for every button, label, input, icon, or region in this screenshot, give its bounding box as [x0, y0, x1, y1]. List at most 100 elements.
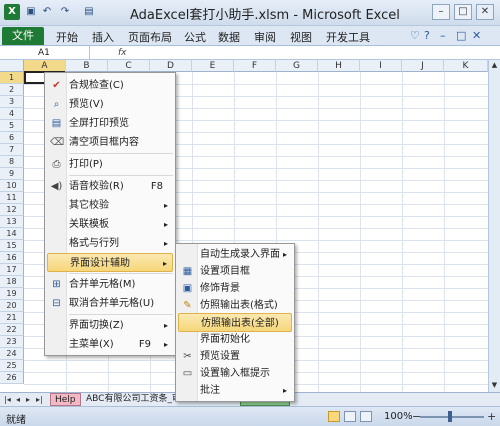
zoom-slider-thumb[interactable] [448, 411, 452, 422]
row-header[interactable]: 18 [0, 276, 24, 288]
tab-developer[interactable]: 开发工具 [326, 29, 370, 45]
column-header[interactable]: G [276, 60, 318, 72]
ui-design-submenu: 自动生成录入界面 ▸ ▦ 设置项目框 ▣ 修饰背景 ✎ 仿照输出表(格式) 仿照… [175, 243, 295, 402]
last-sheet-icon[interactable]: ▸| [36, 395, 43, 404]
collapse-ribbon-icon[interactable]: ♡ [410, 29, 420, 42]
tab-view[interactable]: 视图 [290, 29, 312, 45]
menu-item-preview[interactable]: ⌕ 预览(V) [47, 95, 173, 114]
row-header[interactable]: 6 [0, 132, 24, 144]
row-header[interactable]: 2 [0, 84, 24, 96]
status-bar: 就绪 100% − + [0, 406, 500, 426]
row-header[interactable]: 3 [0, 96, 24, 108]
vertical-scrollbar[interactable]: ▲ ▼ [488, 60, 500, 392]
window-minimize-icon[interactable]: – [440, 29, 446, 42]
tab-page-layout[interactable]: 页面布局 [128, 29, 172, 45]
menu-item-format-rows-cols[interactable]: 格式与行列 ▸ [47, 234, 173, 253]
name-box[interactable]: A1 [0, 46, 90, 60]
row-header[interactable]: 11 [0, 192, 24, 204]
printer-icon: ⎙ [52, 159, 61, 170]
menu-item-switch-interface[interactable]: 界面切换(Z) ▸ [47, 316, 173, 335]
tab-formulas[interactable]: 公式 [184, 29, 206, 45]
menu-item-ui-design-helper[interactable]: 界面设计辅助 ▸ [47, 253, 173, 272]
column-header[interactable]: H [318, 60, 360, 72]
menu-item-other-checks[interactable]: 其它校验 ▸ [47, 196, 173, 215]
help-icon[interactable]: ? [424, 29, 430, 42]
next-sheet-icon[interactable]: ▸ [26, 395, 30, 404]
column-header[interactable]: D [150, 60, 192, 72]
zoom-in-icon[interactable]: + [487, 410, 496, 423]
row-header[interactable]: 8 [0, 156, 24, 168]
zoom-slider[interactable] [420, 416, 484, 418]
tab-home[interactable]: 开始 [56, 29, 78, 45]
prev-sheet-icon[interactable]: ◂ [16, 395, 20, 404]
menu-item-main-menu[interactable]: 主菜单(X) F9 ▸ [47, 335, 173, 354]
row-header[interactable]: 4 [0, 108, 24, 120]
menu-item-linked-template[interactable]: 关联模板 ▸ [47, 215, 173, 234]
row-header[interactable]: 12 [0, 204, 24, 216]
row-header[interactable]: 1 [0, 72, 24, 84]
close-button[interactable]: ✕ [476, 4, 494, 20]
page-layout-view-icon[interactable] [344, 411, 356, 422]
row-header[interactable]: 23 [0, 336, 24, 348]
row-header[interactable]: 15 [0, 240, 24, 252]
column-header[interactable]: J [402, 60, 444, 72]
menu-item-unmerge-cells[interactable]: ⊟ 取消合并单元格(U) [47, 294, 173, 313]
redo-icon[interactable]: ↷ [58, 5, 72, 19]
row-header[interactable]: 20 [0, 300, 24, 312]
row-header[interactable]: 26 [0, 372, 24, 384]
column-header[interactable]: F [234, 60, 276, 72]
magnifier-icon: ⌕ [53, 99, 60, 110]
menu-item-fullscreen-print-preview[interactable]: ▤ 全屏打印预览 [47, 114, 173, 133]
column-header[interactable]: I [360, 60, 402, 72]
row-header[interactable]: 19 [0, 288, 24, 300]
menu-item-label: 关联模板 [69, 219, 109, 230]
row-header[interactable]: 5 [0, 120, 24, 132]
tab-file[interactable]: 文件 [2, 27, 44, 45]
excel-logo-icon[interactable]: X [4, 4, 20, 20]
column-header[interactable]: C [108, 60, 150, 72]
menu-item-print[interactable]: ⎙ 打印(P) [47, 155, 173, 174]
scroll-down-icon[interactable]: ▼ [489, 380, 500, 391]
minimize-button[interactable]: – [432, 4, 450, 20]
fx-icon[interactable]: fx [118, 46, 127, 60]
customize-qat-icon[interactable]: ▤ [82, 5, 96, 19]
row-header[interactable]: 7 [0, 144, 24, 156]
window-close-icon[interactable]: ✕ [472, 29, 481, 42]
undo-icon[interactable]: ↶ [40, 5, 54, 19]
field-icon: ▦ [182, 266, 193, 277]
tab-data[interactable]: 数据 [218, 29, 240, 45]
menu-item-voice-check[interactable]: ◀) 语音校验(R) F8 [47, 177, 173, 196]
tab-review[interactable]: 审阅 [254, 29, 276, 45]
menu-item-compliance-check[interactable]: ✔ 合规检查(C) [47, 76, 173, 95]
row-header[interactable]: 16 [0, 252, 24, 264]
submenu-item-comments[interactable]: 批注 ▸ [178, 381, 292, 400]
normal-view-icon[interactable] [328, 411, 340, 422]
column-header[interactable]: B [66, 60, 108, 72]
window-restore-icon[interactable]: □ [456, 29, 466, 42]
row-header[interactable]: 21 [0, 312, 24, 324]
column-header[interactable]: K [444, 60, 488, 72]
zoom-level[interactable]: 100% [384, 411, 413, 422]
maximize-button[interactable]: □ [454, 4, 472, 20]
save-icon[interactable]: ▣ [24, 5, 38, 19]
menu-item-clear-fields[interactable]: ⌫ 清空项目框内容 [47, 133, 173, 152]
column-header[interactable]: E [192, 60, 234, 72]
row-header[interactable]: 17 [0, 264, 24, 276]
row-header[interactable]: 10 [0, 180, 24, 192]
first-sheet-icon[interactable]: |◂ [4, 395, 11, 404]
menu-shortcut: F8 [150, 181, 163, 192]
sheet-tab-help[interactable]: Help [50, 393, 81, 406]
page-break-view-icon[interactable] [360, 411, 372, 422]
row-header[interactable]: 13 [0, 216, 24, 228]
formula-bar: A1 fx [0, 46, 500, 60]
scroll-up-icon[interactable]: ▲ [489, 60, 500, 71]
menu-item-merge-cells[interactable]: ⊞ 合并单元格(M) [47, 275, 173, 294]
row-header[interactable]: 14 [0, 228, 24, 240]
row-header[interactable]: 24 [0, 348, 24, 360]
select-all-corner[interactable] [0, 60, 24, 72]
row-header[interactable]: 22 [0, 324, 24, 336]
tab-insert[interactable]: 插入 [92, 29, 114, 45]
row-header[interactable]: 9 [0, 168, 24, 180]
menu-item-label: 预览(V) [69, 99, 104, 110]
row-header[interactable]: 25 [0, 360, 24, 372]
